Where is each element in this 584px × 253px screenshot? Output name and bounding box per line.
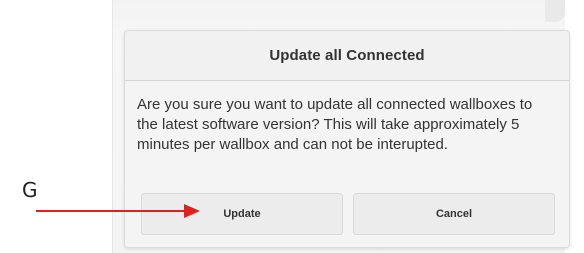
dialog-message: Are you sure you want to update all conn… (137, 96, 533, 153)
cancel-button[interactable]: Cancel (353, 193, 555, 235)
backdrop-corner (545, 0, 565, 22)
update-button[interactable]: Update (141, 193, 343, 235)
dialog-title: Update all Connected (269, 47, 425, 64)
screenshot-stage: Update all Connected Are you sure you wa… (0, 0, 584, 253)
dialog-actions: Update Cancel (141, 193, 555, 235)
annotation-label: G (22, 178, 38, 202)
update-confirmation-dialog: Update all Connected Are you sure you wa… (124, 30, 570, 248)
dialog-header: Update all Connected (125, 31, 569, 81)
